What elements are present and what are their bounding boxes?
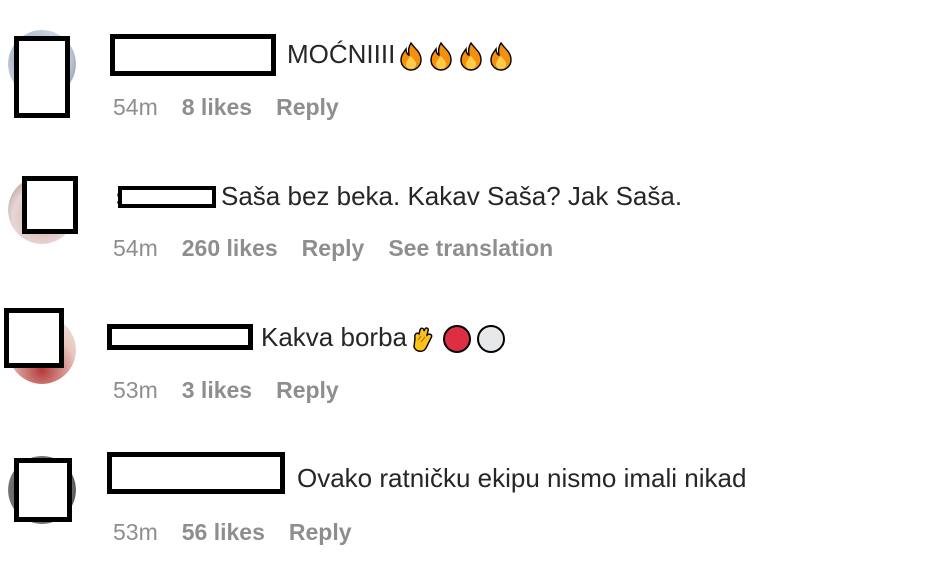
likes-count[interactable]: 56 likes: [182, 518, 265, 546]
reply-button[interactable]: Reply: [289, 518, 352, 546]
comment-text-line: Kakva borba: [261, 321, 505, 354]
username-redaction: [107, 324, 253, 350]
comment-item-4: Ovako ratničku ekipu nismo imali nikad 5…: [0, 0, 930, 545]
comment-text-line: Ovako ratničku ekipu nismo imali nikad: [297, 462, 746, 494]
username-redaction: [118, 186, 216, 208]
red-circle-emoji-icon: [442, 325, 471, 354]
likes-count[interactable]: 260 likes: [182, 234, 278, 262]
avatar-redaction: [22, 176, 78, 234]
comment-time: 54m: [113, 235, 158, 261]
comment-time: 53m: [113, 377, 158, 403]
avatar-redaction: [14, 458, 72, 522]
comment-text: Saša bez beka. Kakav Saša? Jak Saša.: [221, 181, 683, 211]
likes-count[interactable]: 3 likes: [182, 376, 252, 404]
comment-text: Kakva borba: [261, 322, 407, 352]
reply-button[interactable]: Reply: [276, 376, 339, 404]
clapping-hands-emoji-icon: [413, 327, 433, 353]
comment-text: Ovako ratničku ekipu nismo imali nikad: [297, 463, 747, 493]
avatar-redaction: [4, 308, 64, 368]
comment-meta: 53m 56 likes Reply: [113, 518, 376, 546]
comment-text-line: Saša bez beka. Kakav Saša? Jak Saša.: [221, 180, 682, 212]
username-redaction: [107, 452, 285, 494]
reply-button[interactable]: Reply: [302, 234, 365, 262]
see-translation-button[interactable]: See translation: [388, 234, 553, 262]
white-circle-emoji-icon: [476, 325, 505, 354]
comment-meta: 53m 3 likes Reply: [113, 376, 363, 404]
comment-time: 53m: [113, 519, 158, 545]
comment-meta: 54m 260 likes Reply See translation: [113, 234, 577, 262]
